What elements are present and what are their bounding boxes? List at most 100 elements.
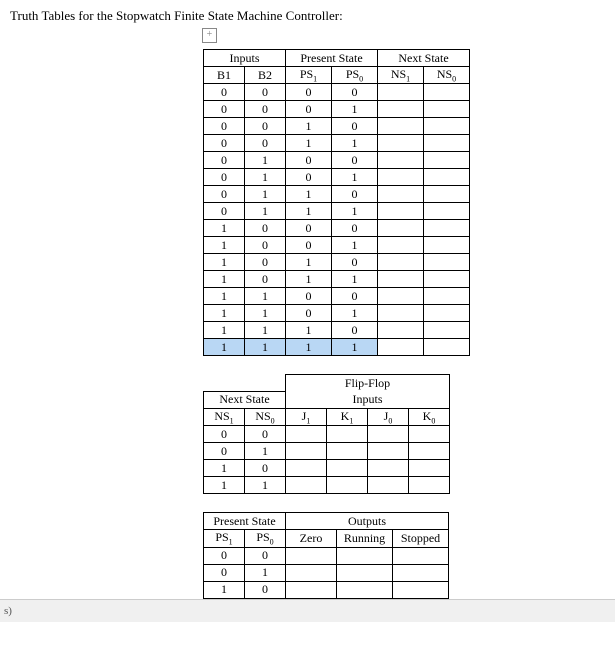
table-cell: 1: [204, 237, 245, 254]
table-cell: [424, 271, 470, 288]
table-cell: 1: [245, 288, 286, 305]
table-cell: 0: [286, 169, 332, 186]
t3-group-outputs: Outputs: [286, 513, 449, 530]
t2-group-ff-bot: Inputs: [286, 391, 450, 408]
table-row: 10: [204, 460, 450, 477]
table-anchor-icon[interactable]: +: [202, 28, 217, 43]
table-cell: 0: [332, 152, 378, 169]
table-cell: 0: [245, 101, 286, 118]
table-cell: 0: [245, 237, 286, 254]
table-cell: [286, 460, 327, 477]
table-cell: [378, 169, 424, 186]
table-cell: 1: [286, 118, 332, 135]
t1-group-next: Next State: [378, 50, 470, 67]
table-cell: 0: [245, 254, 286, 271]
table-cell: 0: [204, 101, 245, 118]
table-cell: [378, 220, 424, 237]
page-title: Truth Tables for the Stopwatch Finite St…: [10, 8, 607, 24]
table-cell: 0: [204, 135, 245, 152]
t2-h-ns0: NS0: [245, 408, 286, 425]
table-cell: [378, 237, 424, 254]
table-cell: [409, 460, 450, 477]
table-row: 11: [204, 477, 450, 494]
table-cell: 0: [245, 547, 286, 564]
table-row: 0100: [204, 152, 470, 169]
table-cell: 1: [204, 460, 245, 477]
table-cell: 0: [286, 305, 332, 322]
table-cell: [378, 135, 424, 152]
table-row: 00: [204, 547, 449, 564]
table-cell: [286, 564, 337, 581]
table-cell: 1: [286, 186, 332, 203]
t1-h-b1: B1: [204, 67, 245, 84]
table-cell: 0: [245, 220, 286, 237]
table-cell: [378, 322, 424, 339]
table-cell: [327, 443, 368, 460]
table-cell: 0: [245, 460, 286, 477]
table-cell: 0: [204, 84, 245, 101]
table-cell: 1: [245, 322, 286, 339]
table-cell: 0: [204, 169, 245, 186]
table-cell: [368, 426, 409, 443]
table-cell: [424, 220, 470, 237]
table-cell: [327, 460, 368, 477]
table-cell: [393, 564, 449, 581]
table-row: 1110: [204, 322, 470, 339]
table-cell: [424, 135, 470, 152]
table-cell: 1: [204, 220, 245, 237]
table-cell: 1: [245, 564, 286, 581]
table-cell: [424, 237, 470, 254]
table-cell: 1: [286, 271, 332, 288]
t3-h-running: Running: [337, 530, 393, 547]
table-cell: 0: [286, 288, 332, 305]
table-cell: [286, 477, 327, 494]
table-cell: 1: [204, 271, 245, 288]
table-cell: 0: [204, 186, 245, 203]
t2-h-k0: K0: [409, 408, 450, 425]
table-cell: [378, 339, 424, 356]
table-cell: 1: [332, 101, 378, 118]
table-cell: 0: [204, 426, 245, 443]
table-cell: 1: [245, 477, 286, 494]
table-cell: 1: [204, 254, 245, 271]
table-cell: [393, 547, 449, 564]
table-cell: 0: [204, 203, 245, 220]
table-cell: [378, 305, 424, 322]
table-cell: 0: [332, 254, 378, 271]
table-cell: 0: [286, 101, 332, 118]
table-cell: 1: [332, 305, 378, 322]
table-row: 00: [204, 426, 450, 443]
table-cell: [424, 288, 470, 305]
table-cell: [424, 254, 470, 271]
table-cell: 0: [204, 564, 245, 581]
table-cell: 1: [286, 254, 332, 271]
table-cell: [378, 288, 424, 305]
table-cell: [409, 443, 450, 460]
table-cell: [327, 426, 368, 443]
t2-h-ns1: NS1: [204, 408, 245, 425]
table-row: 0110: [204, 186, 470, 203]
table-cell: [424, 169, 470, 186]
table-cell: [286, 443, 327, 460]
table-cell: 1: [332, 339, 378, 356]
table-cell: 0: [332, 186, 378, 203]
table-row: 0001: [204, 101, 470, 118]
table-cell: [286, 426, 327, 443]
table-cell: 0: [245, 135, 286, 152]
table-cell: 1: [286, 203, 332, 220]
table-cell: 0: [245, 84, 286, 101]
table-cell: 0: [245, 426, 286, 443]
table-cell: 1: [204, 581, 245, 598]
table-cell: 1: [245, 305, 286, 322]
table-cell: 0: [204, 547, 245, 564]
table-cell: 1: [204, 322, 245, 339]
table-row: 1001: [204, 237, 470, 254]
table-cell: [337, 547, 393, 564]
table-cell: 1: [245, 339, 286, 356]
t2-h-k1: K1: [327, 408, 368, 425]
table-row: 1100: [204, 288, 470, 305]
table-row: 01: [204, 564, 449, 581]
table-cell: [424, 152, 470, 169]
table-cell: 1: [204, 288, 245, 305]
table-cell: 1: [204, 477, 245, 494]
